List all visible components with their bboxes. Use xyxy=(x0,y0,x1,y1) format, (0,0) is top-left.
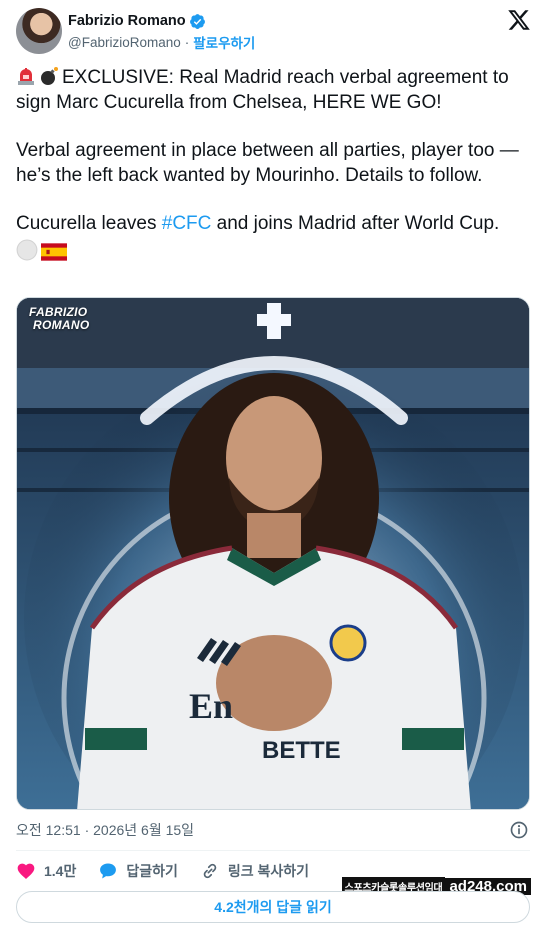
like-count: 1.4만 xyxy=(44,863,77,879)
player-photo: En BETTE xyxy=(17,298,529,809)
white-circle-emoji-icon xyxy=(16,239,38,260)
info-icon[interactable] xyxy=(509,820,529,840)
copy-link-button[interactable]: 링크 복사하기 xyxy=(200,861,309,881)
tweet-header: Fabrizio Romano @FabrizioRomano · 팔로우하기 xyxy=(16,6,531,56)
author-handle[interactable]: @FabrizioRomano xyxy=(68,35,181,50)
tweet-media-image[interactable]: En BETTE FABRIZIO ROMANO xyxy=(16,297,530,810)
divider xyxy=(16,850,530,851)
media-watermark: FABRIZIO ROMANO xyxy=(29,306,89,332)
author-display-name[interactable]: Fabrizio Romano xyxy=(68,13,186,29)
x-logo-icon[interactable] xyxy=(507,8,531,32)
read-replies-button[interactable]: 4.2천개의 답글 읽기 xyxy=(16,891,530,923)
tweet-timestamp[interactable]: 오전 12:51 · 2026년 6월 15일 xyxy=(16,820,194,840)
tweet-paragraph-1-text: EXCLUSIVE: Real Madrid reach verbal agre… xyxy=(16,67,509,113)
timestamp-text[interactable]: 오전 12:51 · 2026년 6월 15일 xyxy=(16,820,194,840)
action-bar: 1.4만 답글하기 링크 복사하기 xyxy=(16,860,331,882)
spain-flag-emoji-icon xyxy=(41,242,67,261)
bomb-emoji-icon xyxy=(41,67,58,85)
separator-dot: · xyxy=(184,34,190,50)
author-avatar[interactable] xyxy=(16,8,62,54)
reply-bubble-icon xyxy=(100,863,117,879)
tweet-emoji-row xyxy=(16,239,531,266)
svg-text:BETTE: BETTE xyxy=(262,737,341,764)
name-row: Fabrizio Romano xyxy=(68,11,206,31)
verified-badge-icon xyxy=(189,13,205,29)
tweet-text: EXCLUSIVE: Real Madrid reach verbal agre… xyxy=(16,66,531,265)
tweet-paragraph-3-end: and joins Madrid after World Cup. xyxy=(211,213,500,234)
reply-label: 답글하기 xyxy=(126,863,178,879)
watermark-line-2: ROMANO xyxy=(33,318,90,332)
tweet-paragraph-2: Verbal agreement in place between all pa… xyxy=(16,140,519,186)
tweet-paragraph-3-start: Cucurella leaves xyxy=(16,213,162,234)
hashtag-link[interactable]: #CFC xyxy=(162,213,212,234)
follow-button[interactable]: 팔로우하기 xyxy=(193,32,255,52)
heart-icon xyxy=(17,863,35,879)
tweet-paragraph-1: EXCLUSIVE: Real Madrid reach verbal agre… xyxy=(16,66,531,115)
svg-text:En: En xyxy=(189,686,233,726)
like-button[interactable]: 1.4만 xyxy=(16,861,76,881)
read-replies-label: 4.2천개의 답글 읽기 xyxy=(214,899,332,915)
tweet-paragraph-3: Cucurella leaves #CFC and joins Madrid a… xyxy=(16,212,531,237)
handle-row: @FabrizioRomano · 팔로우하기 xyxy=(68,32,255,52)
copy-link-label: 링크 복사하기 xyxy=(227,863,310,879)
siren-emoji-icon xyxy=(18,68,34,85)
reply-button[interactable]: 답글하기 xyxy=(98,861,178,881)
link-icon xyxy=(203,863,217,879)
